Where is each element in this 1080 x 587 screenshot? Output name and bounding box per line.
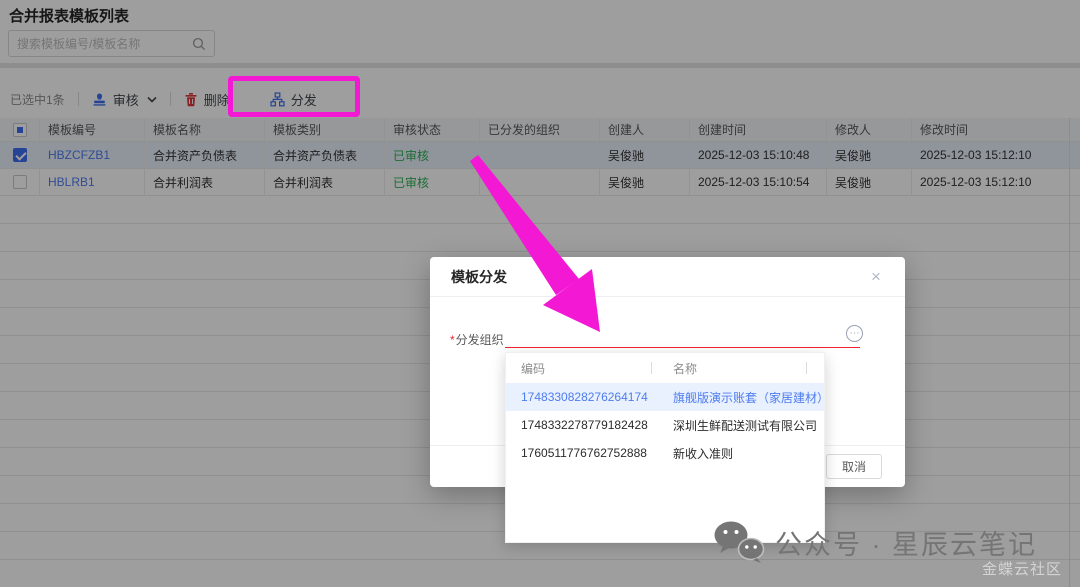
option-name: 深圳生鲜配送测试有限公司 [651,417,824,434]
dropdown-col-code: 编码 [506,360,651,377]
field-label-text: 分发组织 [456,333,504,347]
cancel-button[interactable]: 取消 [826,454,882,479]
app-screen: 合并报表模板列表 已选中1条 审核 [0,0,1080,587]
org-picker-ellipsis-icon[interactable]: ⋯ [846,325,863,342]
option-name: 旗舰版演示账套（家居建材） [651,389,824,406]
org-dropdown-panel: 编码 名称 1748330828276264174 旗舰版演示账套（家居建材） … [505,352,825,543]
highlight-box-annotation [228,76,360,117]
dropdown-option[interactable]: 1748332278779182428 深圳生鲜配送测试有限公司 [506,411,824,439]
dropdown-header-divider [806,362,807,374]
dropdown-option[interactable]: 1748330828276264174 旗舰版演示账套（家居建材） [506,383,824,411]
dropdown-option[interactable]: 1760511776762752888 新收入准则 [506,439,824,467]
community-watermark: 金蝶云社区 [982,558,1062,579]
close-icon[interactable]: × [868,269,884,285]
option-code: 1760511776762752888 [506,446,651,460]
option-code: 1748332278779182428 [506,418,651,432]
distribute-org-input[interactable]: ⋯ [505,320,860,348]
modal-header: 模板分发 × [430,257,905,297]
option-code: 1748330828276264174 [506,390,651,404]
dropdown-header-divider [651,362,652,374]
distribute-org-label: *分发组织 [450,331,504,348]
modal-title: 模板分发 [451,267,507,287]
wechat-icon [712,520,766,564]
watermark-text: 公众号 · 星辰云笔记 [775,523,1037,562]
required-mark: * [450,333,455,347]
dropdown-col-name: 名称 [651,360,824,377]
dropdown-header: 编码 名称 [506,353,824,383]
option-name: 新收入准则 [651,445,824,462]
